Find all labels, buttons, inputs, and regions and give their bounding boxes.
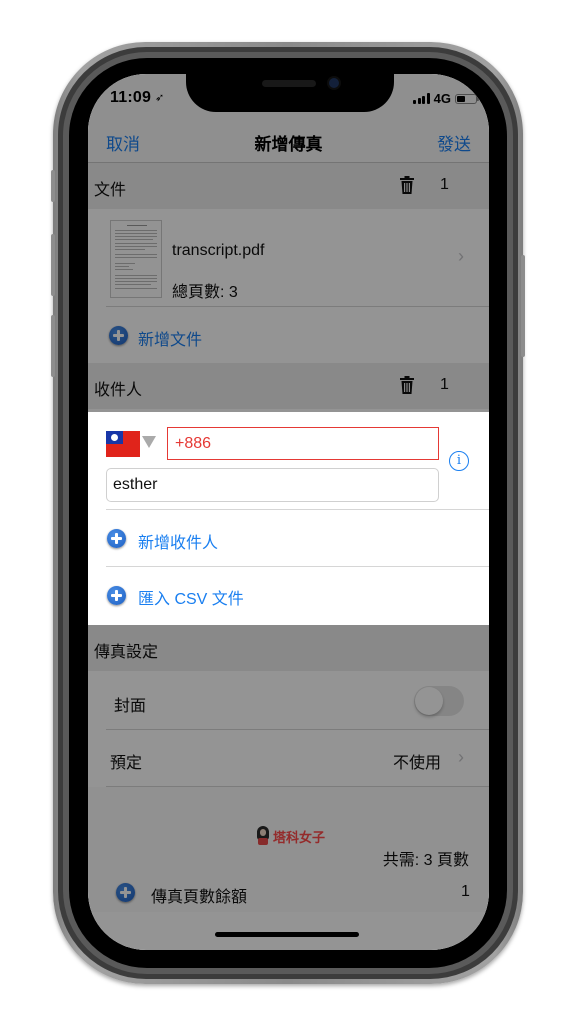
status-time: 11:09 [110, 89, 152, 106]
silent-switch [51, 170, 55, 202]
phone-number-input[interactable] [167, 427, 439, 460]
chevron-right-icon: › [458, 246, 464, 266]
screen: 11:09 ➶ 4G 取消 新增傳真 發送 文件 1 transcript.pd… [88, 74, 489, 950]
add-circle-icon [107, 529, 126, 548]
recipients-count: 1 [440, 376, 449, 393]
cover-toggle[interactable] [414, 686, 464, 716]
speaker-grille [262, 80, 316, 87]
add-credit-icon[interactable] [116, 883, 135, 902]
trash-icon[interactable] [400, 376, 414, 394]
navigation-bar: 取消 新增傳真 發送 [88, 118, 489, 163]
fax-credit-label: 傳真頁數餘額 [151, 889, 248, 906]
info-icon[interactable]: i [449, 451, 469, 471]
schedule-value: 不使用 [393, 755, 442, 772]
import-csv-button[interactable]: 匯入 CSV 文件 [138, 585, 244, 609]
power-button [521, 255, 525, 357]
chevron-right-icon: › [458, 747, 464, 767]
taiwan-flag-icon[interactable] [106, 431, 140, 457]
total-pages: 共需: 3 頁數 [382, 852, 469, 869]
network-type: 4G [433, 91, 451, 106]
fax-settings-header-label: 傳真設定 [94, 644, 159, 661]
page-title: 新增傳真 [254, 135, 323, 154]
add-circle-icon [107, 586, 126, 605]
location-arrow-icon: ➶ [155, 92, 165, 104]
fax-credit-row[interactable] [88, 874, 489, 912]
add-document-label[interactable]: 新增文件 [138, 326, 202, 350]
fax-credit-value: 1 [461, 883, 470, 900]
cover-label: 封面 [114, 698, 147, 715]
file-name: transcript.pdf [172, 242, 265, 259]
volume-up-button [51, 234, 55, 296]
watermark: 塔科女子 [256, 826, 325, 846]
trash-icon[interactable] [400, 176, 414, 194]
add-recipient-button[interactable]: 新增收件人 [138, 529, 218, 553]
front-camera [329, 78, 339, 88]
documents-header-label: 文件 [94, 182, 127, 199]
divider [106, 509, 489, 510]
signal-icon [413, 93, 430, 104]
bottom-area [88, 912, 489, 950]
recipients-header-label: 收件人 [94, 382, 143, 399]
divider [106, 566, 489, 567]
pdf-thumbnail [110, 220, 162, 298]
documents-section-header: 文件 1 [88, 163, 489, 209]
status-right: 4G [413, 91, 479, 106]
add-circle-icon [109, 326, 128, 345]
recipient-name-input[interactable] [106, 468, 439, 502]
volume-down-button [51, 315, 55, 377]
country-dropdown-caret-icon[interactable] [142, 436, 156, 448]
watermark-avatar-icon [256, 826, 270, 846]
fax-settings-section-header: 傳真設定 [88, 625, 489, 671]
battery-icon [455, 93, 479, 104]
documents-count: 1 [440, 176, 449, 193]
send-button[interactable]: 發送 [437, 130, 471, 155]
recipients-section-header: 收件人 1 [88, 363, 489, 409]
file-page-count: 總頁數: 3 [172, 284, 238, 301]
home-indicator[interactable] [215, 932, 359, 937]
watermark-text: 塔科女子 [273, 829, 326, 845]
schedule-label: 預定 [110, 755, 143, 772]
